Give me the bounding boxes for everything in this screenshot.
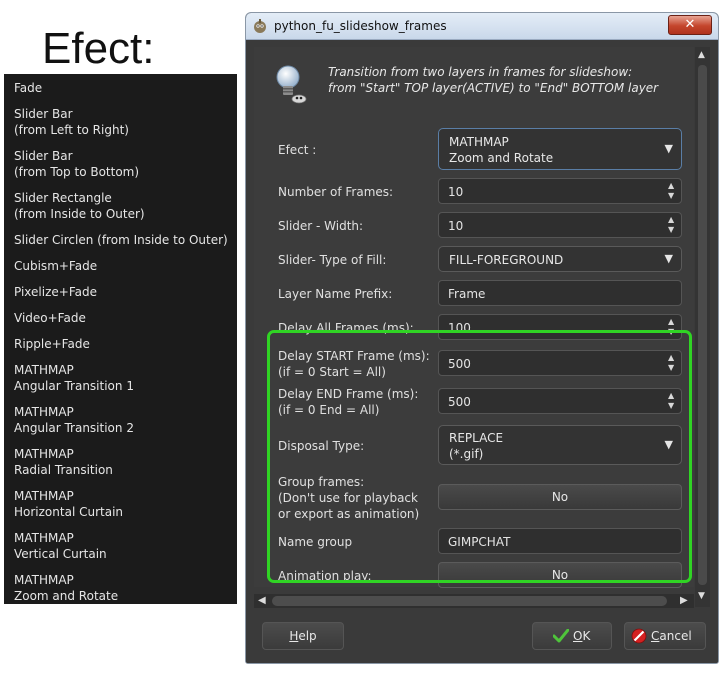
spin-buttons[interactable]: ▲ ▼ <box>666 180 680 202</box>
title-bar[interactable]: python_fu_slideshow_frames ✕ <box>246 13 718 40</box>
cancel-icon <box>631 628 647 644</box>
efect-list-item: Pixelize+Fade <box>14 285 97 299</box>
efect-list-item: MATHMAP Radial Transition <box>14 447 113 477</box>
efect-list-item: MATHMAP Horizontal Curtain <box>14 489 124 519</box>
horizontal-scrollbar[interactable]: ◀ ▶ <box>254 594 694 608</box>
efect-list: Fade Slider Bar (from Left to Right) Slid… <box>4 74 237 604</box>
gimp-icon <box>254 19 266 33</box>
efect-label: Efect : <box>278 143 317 157</box>
highlight-frame <box>267 330 692 583</box>
spin-up-icon[interactable]: ▲ <box>668 318 674 326</box>
ok-button[interactable]: OK <box>532 622 612 650</box>
slider-width-spinner[interactable]: 10 ▲ ▼ <box>438 212 682 238</box>
efect-list-item: MATHMAP Vertical Curtain <box>14 531 107 561</box>
lightbulb-icon <box>276 65 307 104</box>
efect-list-item: Ripple+Fade <box>14 337 90 351</box>
spin-buttons[interactable]: ▲ ▼ <box>666 214 680 236</box>
window-title: python_fu_slideshow_frames <box>274 19 447 33</box>
vertical-scroll-thumb[interactable] <box>698 65 707 585</box>
slider-fill-label: Slider- Type of Fill: <box>278 253 387 267</box>
efect-combo[interactable]: MATHMAP Zoom and Rotate ▼ <box>438 128 682 170</box>
spin-down-icon[interactable]: ▼ <box>668 226 674 234</box>
layer-prefix-input[interactable]: Frame <box>438 280 682 306</box>
slider-width-label: Slider - Width: <box>278 219 364 233</box>
num-frames-spinner[interactable]: 10 ▲ ▼ <box>438 178 682 204</box>
spin-up-icon[interactable]: ▲ <box>668 182 674 190</box>
efect-list-item: Slider Circlen (from Inside to Outer) <box>14 233 228 247</box>
efect-list-item: MATHMAP Zoom and Rotate <box>14 573 119 603</box>
checkmark-icon <box>553 629 569 643</box>
layer-prefix-label: Layer Name Prefix: <box>278 287 393 301</box>
efect-list-item: Slider Bar (from Top to Bottom) <box>14 149 140 179</box>
num-frames-label: Number of Frames: <box>278 185 394 199</box>
dialog-buttons: Help OK Cancel <box>246 613 718 663</box>
slider-fill-combo[interactable]: FILL-FOREGROUND ▼ <box>438 246 682 272</box>
efect-list-item: Fade <box>14 81 43 95</box>
efect-list-item: MATHMAP Angular Transition 1 <box>14 363 134 393</box>
scroll-down-icon[interactable]: ▼ <box>698 591 705 601</box>
scroll-right-icon[interactable]: ▶ <box>680 594 688 608</box>
spin-up-icon[interactable]: ▲ <box>668 216 674 224</box>
efect-list-item: Video+Fade <box>14 311 86 325</box>
efect-list-item: Slider Bar (from Left to Right) <box>14 107 129 137</box>
horizontal-scroll-thumb[interactable] <box>272 596 667 606</box>
scroll-up-icon[interactable]: ▲ <box>698 50 705 60</box>
close-button[interactable]: ✕ <box>668 15 712 35</box>
efect-list-item: Cubism+Fade <box>14 259 98 273</box>
efect-list-item: MATHMAP Angular Transition 2 <box>14 405 134 435</box>
dialog-description: Transition from two layers in frames for… <box>328 65 659 95</box>
vertical-scrollbar[interactable]: ▲ ▼ <box>695 47 710 607</box>
efect-list-item: Slider Rectangle (from Inside to Outer) <box>14 191 145 221</box>
spin-down-icon[interactable]: ▼ <box>668 192 674 200</box>
dropdown-arrow-icon: ▼ <box>664 252 673 265</box>
dropdown-arrow-icon: ▼ <box>664 142 673 155</box>
cancel-button[interactable]: Cancel <box>624 622 706 650</box>
efect-title: Efect: <box>42 24 155 73</box>
help-button[interactable]: Help <box>262 622 344 650</box>
scroll-left-icon[interactable]: ◀ <box>258 594 266 608</box>
